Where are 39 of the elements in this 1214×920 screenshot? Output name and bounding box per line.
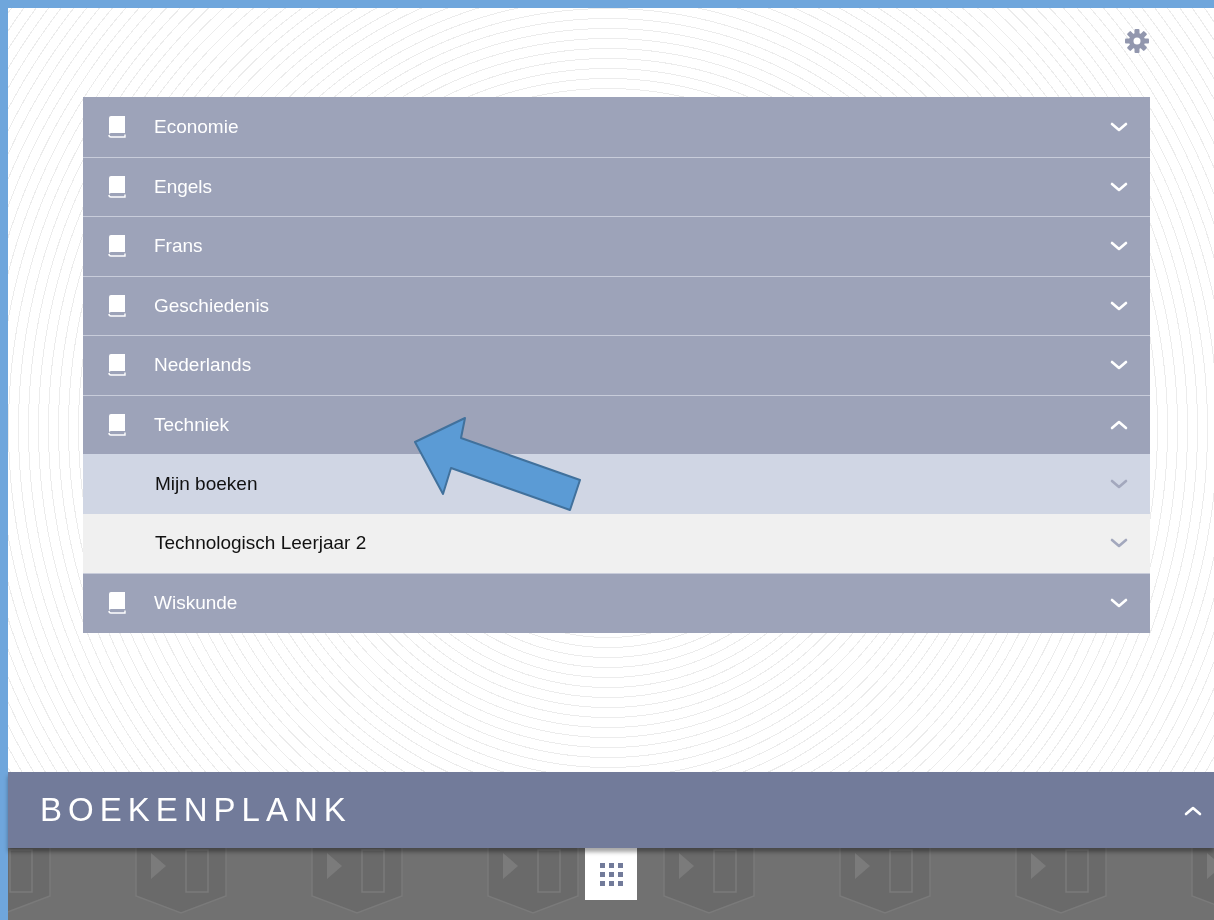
subject-row[interactable]: Engels: [83, 156, 1150, 216]
book-icon: [107, 235, 127, 258]
book-icon: [107, 413, 127, 436]
subject-label: Engels: [154, 174, 214, 199]
book-icon: [107, 294, 127, 317]
subject-label: Geschiedenis: [154, 293, 271, 318]
apps-grid-button[interactable]: [585, 848, 637, 900]
subject-row[interactable]: Techniek: [83, 394, 1150, 454]
subject-row[interactable]: Nederlands: [83, 335, 1150, 395]
chevron-up-icon[interactable]: [1184, 804, 1202, 817]
chevron-down-icon[interactable]: [1110, 120, 1128, 133]
book-icon: [107, 175, 127, 198]
subject-label: Economie: [154, 114, 240, 139]
subject-row[interactable]: Geschiedenis: [83, 275, 1150, 335]
subject-row[interactable]: Frans: [83, 216, 1150, 276]
chevron-down-icon[interactable]: [1110, 180, 1128, 193]
subject-label: Wiskunde: [154, 591, 239, 615]
chevron-down-icon[interactable]: [1110, 477, 1128, 490]
book-icon: [107, 592, 127, 615]
chevron-down-icon[interactable]: [1110, 240, 1128, 253]
chevron-up-icon[interactable]: [1110, 418, 1128, 431]
chevron-down-icon[interactable]: [1110, 537, 1128, 550]
chevron-down-icon[interactable]: [1110, 299, 1128, 312]
book-row[interactable]: Technologisch Leerjaar 2: [83, 513, 1150, 573]
grid-icon: [598, 861, 624, 887]
chevron-down-icon[interactable]: [1110, 359, 1128, 372]
settings-icon[interactable]: [1124, 28, 1150, 54]
book-icon: [107, 115, 127, 138]
shelf-title: BOEKENPLANK: [40, 790, 353, 831]
book-row[interactable]: Mijn boeken: [83, 454, 1150, 514]
subject-label: Frans: [154, 234, 204, 258]
subject-row[interactable]: Economie: [83, 97, 1150, 157]
subject-label: Nederlands: [154, 353, 253, 377]
subject-label: Techniek: [154, 412, 230, 437]
chevron-down-icon[interactable]: [1110, 597, 1128, 610]
book-icon: [107, 354, 127, 377]
book-label: Technologisch Leerjaar 2: [155, 531, 368, 555]
book-label: Mijn boeken: [155, 471, 259, 496]
subject-row[interactable]: Wiskunde: [83, 573, 1150, 633]
